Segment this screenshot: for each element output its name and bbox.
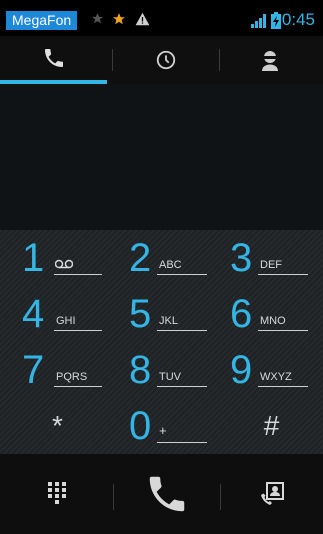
key-letters: + <box>159 423 167 438</box>
key-underline <box>258 274 308 275</box>
key-digit: 0 <box>129 404 152 448</box>
tab-recent[interactable] <box>112 36 219 84</box>
key-2[interactable]: 2 ABC <box>107 230 214 286</box>
voicemail-icon <box>55 259 73 269</box>
key-letters: ABC <box>159 259 182 271</box>
key-digit: 6 <box>230 292 253 336</box>
number-display[interactable] <box>0 84 323 230</box>
key-1[interactable]: 1 <box>0 230 107 286</box>
contact-icon <box>261 51 278 71</box>
key-letters: JKL <box>159 315 178 327</box>
star-icon <box>113 13 125 25</box>
dialpad-toggle-button[interactable] <box>0 454 113 534</box>
key-symbol: # <box>263 410 280 441</box>
key-letters: GHI <box>56 315 76 327</box>
key-underline <box>258 330 308 331</box>
key-3[interactable]: 3 DEF <box>214 230 321 286</box>
key-underline <box>54 274 102 275</box>
key-digit: 5 <box>129 292 152 336</box>
key-underline <box>54 386 102 387</box>
tab-contacts[interactable] <box>216 36 323 84</box>
key-underline <box>54 330 102 331</box>
phone-icon <box>44 49 63 67</box>
key-underline <box>258 386 308 387</box>
tab-bar <box>0 36 323 84</box>
key-8[interactable]: 8 TUV <box>107 342 214 398</box>
key-digit: 9 <box>230 348 253 392</box>
key-underline <box>157 274 207 275</box>
dialpad-icon <box>47 482 66 504</box>
key-letters: WXYZ <box>260 371 292 383</box>
key-hash[interactable]: # <box>214 398 321 454</box>
key-5[interactable]: 5 JKL <box>107 286 214 342</box>
key-underline <box>157 386 207 387</box>
clock-icon <box>156 50 175 70</box>
call-button[interactable] <box>114 454 220 534</box>
key-digit: 8 <box>129 348 152 392</box>
key-symbol: * <box>52 410 63 441</box>
key-underline <box>157 330 207 331</box>
key-letters: TUV <box>159 371 181 383</box>
action-bar <box>0 454 323 534</box>
star-icon <box>92 13 103 24</box>
key-letters: PQRS <box>56 371 88 383</box>
key-digit: 1 <box>22 236 45 280</box>
key-4[interactable]: 4 GHI <box>0 286 107 342</box>
key-7[interactable]: 7 PQRS <box>0 342 107 398</box>
key-digit: 3 <box>230 236 253 280</box>
carrier-label: MegaFon <box>6 11 78 30</box>
add-contact-icon <box>261 482 284 505</box>
key-9[interactable]: 9 WXYZ <box>214 342 321 398</box>
clock: 0:45 <box>281 10 315 29</box>
key-letters: MNO <box>260 315 286 327</box>
add-contact-button[interactable] <box>221 454 323 534</box>
status-bar: MegaFon 0:45 <box>0 0 323 36</box>
key-6[interactable]: 6 MNO <box>214 286 321 342</box>
key-digit: 7 <box>22 348 45 392</box>
battery-charging-icon <box>271 12 281 29</box>
key-0[interactable]: 0 + <box>107 398 214 454</box>
call-icon <box>149 476 185 512</box>
warning-icon <box>135 12 150 26</box>
key-star[interactable]: * <box>0 398 107 454</box>
key-digit: 4 <box>22 292 45 336</box>
signal-icon <box>251 14 266 28</box>
tab-phone[interactable] <box>0 36 107 84</box>
key-letters: DEF <box>260 259 282 271</box>
key-digit: 2 <box>129 236 152 280</box>
dialpad: 1 2 ABC 3 DEF 4 GHI 5 JKL 6 MNO 7 PQRS 8… <box>0 230 323 454</box>
key-underline <box>157 442 207 443</box>
